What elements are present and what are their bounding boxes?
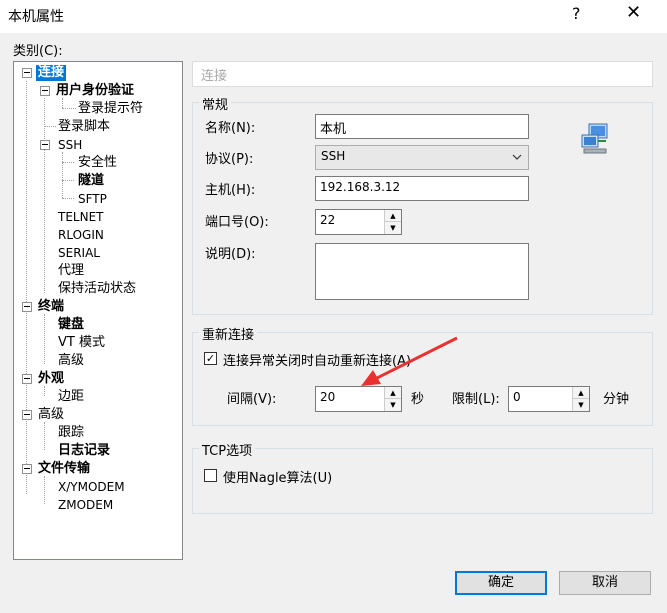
description-label: 说明(D): bbox=[205, 247, 256, 262]
tree-item-tunnel[interactable]: 隧道 bbox=[78, 173, 104, 189]
limit-value: 0 bbox=[513, 390, 521, 404]
tree-item-telnet[interactable]: TELNET bbox=[58, 209, 104, 225]
annotation-arrow-icon bbox=[361, 336, 458, 386]
tree-item-rlogin[interactable]: RLOGIN bbox=[58, 227, 104, 243]
limit-spinner[interactable]: ▲ ▼ bbox=[572, 387, 589, 411]
tree-item-terminal-advanced[interactable]: 高级 bbox=[58, 353, 84, 369]
tree-item-xymodem[interactable]: X/YMODEM bbox=[58, 479, 125, 495]
limit-unit: 分钟 bbox=[603, 392, 630, 407]
protocol-select[interactable]: SSH bbox=[315, 145, 529, 170]
tree-item-advanced[interactable]: 高级 bbox=[38, 407, 64, 423]
tree-item-security[interactable]: 安全性 bbox=[78, 155, 117, 171]
tcp-group-title: TCP选项 bbox=[199, 440, 256, 459]
section-header: 连接 bbox=[192, 61, 653, 87]
spin-down-icon[interactable]: ▼ bbox=[384, 222, 401, 234]
limit-input[interactable]: 0 ▲ ▼ bbox=[508, 386, 590, 412]
tree-item-file-transfer[interactable]: 文件传输 bbox=[38, 461, 90, 477]
tree-item-auth[interactable]: 用户身份验证 bbox=[56, 83, 134, 99]
collapse-icon[interactable] bbox=[22, 410, 32, 420]
spin-down-icon[interactable]: ▼ bbox=[572, 399, 589, 411]
tree-item-appearance[interactable]: 外观 bbox=[38, 371, 64, 387]
tree-item-trace[interactable]: 跟踪 bbox=[58, 425, 84, 441]
tree-item-terminal[interactable]: 终端 bbox=[38, 299, 64, 315]
collapse-icon[interactable] bbox=[22, 302, 32, 312]
protocol-value: SSH bbox=[321, 149, 346, 163]
port-spinner[interactable]: ▲ ▼ bbox=[384, 210, 401, 234]
tree-item-connection[interactable]: 连接 bbox=[36, 65, 67, 81]
section-title: 连接 bbox=[201, 69, 228, 84]
chevron-down-icon bbox=[512, 154, 522, 160]
host-input[interactable]: 192.168.3.12 bbox=[315, 176, 529, 201]
tree-item-keyboard[interactable]: 键盘 bbox=[58, 317, 84, 333]
name-label: 名称(N): bbox=[205, 121, 256, 136]
category-label: 类别(C): bbox=[13, 44, 63, 59]
general-group-title: 常规 bbox=[199, 94, 232, 113]
tree-item-logging[interactable]: 日志记录 bbox=[58, 443, 110, 459]
nagle-checkbox[interactable] bbox=[204, 469, 217, 482]
close-button[interactable]: ✕ bbox=[626, 2, 641, 23]
name-input[interactable]: 本机 bbox=[315, 114, 529, 139]
collapse-icon[interactable] bbox=[40, 86, 50, 96]
auto-reconnect-checkbox[interactable]: ✓ bbox=[204, 352, 217, 365]
spin-down-icon[interactable]: ▼ bbox=[384, 399, 401, 411]
tree-item-serial[interactable]: SERIAL bbox=[58, 245, 100, 261]
interval-value: 20 bbox=[320, 390, 336, 404]
description-input[interactable] bbox=[315, 243, 529, 300]
port-value: 22 bbox=[320, 213, 336, 227]
collapse-icon[interactable] bbox=[22, 374, 32, 384]
tree-item-keepalive[interactable]: 保持活动状态 bbox=[58, 281, 136, 297]
tree-item-margin[interactable]: 边距 bbox=[58, 389, 84, 405]
collapse-icon[interactable] bbox=[40, 140, 50, 150]
tree-item-zmodem[interactable]: ZMODEM bbox=[58, 497, 113, 513]
spin-up-icon[interactable]: ▲ bbox=[384, 210, 401, 222]
reconnect-group-title: 重新连接 bbox=[199, 324, 258, 343]
spin-up-icon[interactable]: ▲ bbox=[572, 387, 589, 399]
help-button[interactable]: ? bbox=[572, 4, 581, 23]
cancel-button[interactable]: 取消 bbox=[559, 571, 651, 595]
network-computer-icon bbox=[581, 123, 608, 154]
port-input[interactable]: 22 ▲ ▼ bbox=[315, 209, 402, 235]
host-label: 主机(H): bbox=[205, 183, 256, 198]
category-tree[interactable]: 连接 用户身份验证 登录提示符 登录脚本 SSH 安全性 隧道 SFTP TEL… bbox=[13, 61, 183, 560]
tree-item-sftp[interactable]: SFTP bbox=[78, 191, 107, 207]
collapse-icon[interactable] bbox=[22, 464, 32, 474]
tree-item-login-script[interactable]: 登录脚本 bbox=[58, 119, 110, 135]
tree-item-login-prompt[interactable]: 登录提示符 bbox=[78, 101, 143, 117]
tree-item-vt-mode[interactable]: VT 模式 bbox=[58, 335, 105, 351]
interval-label: 间隔(V): bbox=[227, 392, 277, 407]
title-bar bbox=[0, 0, 667, 33]
ok-button[interactable]: 确定 bbox=[455, 571, 547, 595]
port-label: 端口号(O): bbox=[205, 215, 269, 230]
collapse-icon[interactable] bbox=[22, 68, 32, 78]
protocol-label: 协议(P): bbox=[205, 152, 254, 167]
window-title: 本机属性 bbox=[8, 9, 64, 25]
tree-item-proxy[interactable]: 代理 bbox=[58, 263, 84, 279]
nagle-label[interactable]: 使用Nagle算法(U) bbox=[223, 467, 332, 486]
tree-item-ssh[interactable]: SSH bbox=[58, 137, 82, 153]
